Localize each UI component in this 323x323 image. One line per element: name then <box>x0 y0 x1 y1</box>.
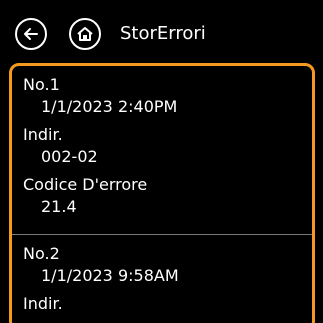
home-icon <box>77 27 93 41</box>
entry-datetime: 1/1/2023 2:40PM <box>41 97 178 116</box>
error-entry[interactable]: No.1 1/1/2023 2:40PM Indir. 002-02 Codic… <box>12 66 312 235</box>
entry-number: No.2 <box>23 244 60 263</box>
back-button[interactable] <box>15 18 47 50</box>
header: StorErrori <box>0 0 323 56</box>
error-entry[interactable]: No.2 1/1/2023 9:58AM Indir. <box>12 235 312 323</box>
address-value: 002-02 <box>41 147 98 166</box>
arrow-left-icon <box>24 28 38 40</box>
address-label: Indir. <box>23 294 63 313</box>
entry-datetime: 1/1/2023 9:58AM <box>41 266 179 285</box>
address-label: Indir. <box>23 125 63 144</box>
error-code-value: 21.4 <box>41 197 77 216</box>
screen: StorErrori No.1 1/1/2023 2:40PM Indir. 0… <box>0 0 323 323</box>
entry-number: No.1 <box>23 75 60 94</box>
home-button[interactable] <box>69 18 101 50</box>
error-history-panel[interactable]: No.1 1/1/2023 2:40PM Indir. 002-02 Codic… <box>9 63 315 323</box>
error-code-label: Codice D'errore <box>23 175 148 194</box>
error-list: No.1 1/1/2023 2:40PM Indir. 002-02 Codic… <box>12 66 312 323</box>
page-title: StorErrori <box>120 23 206 44</box>
